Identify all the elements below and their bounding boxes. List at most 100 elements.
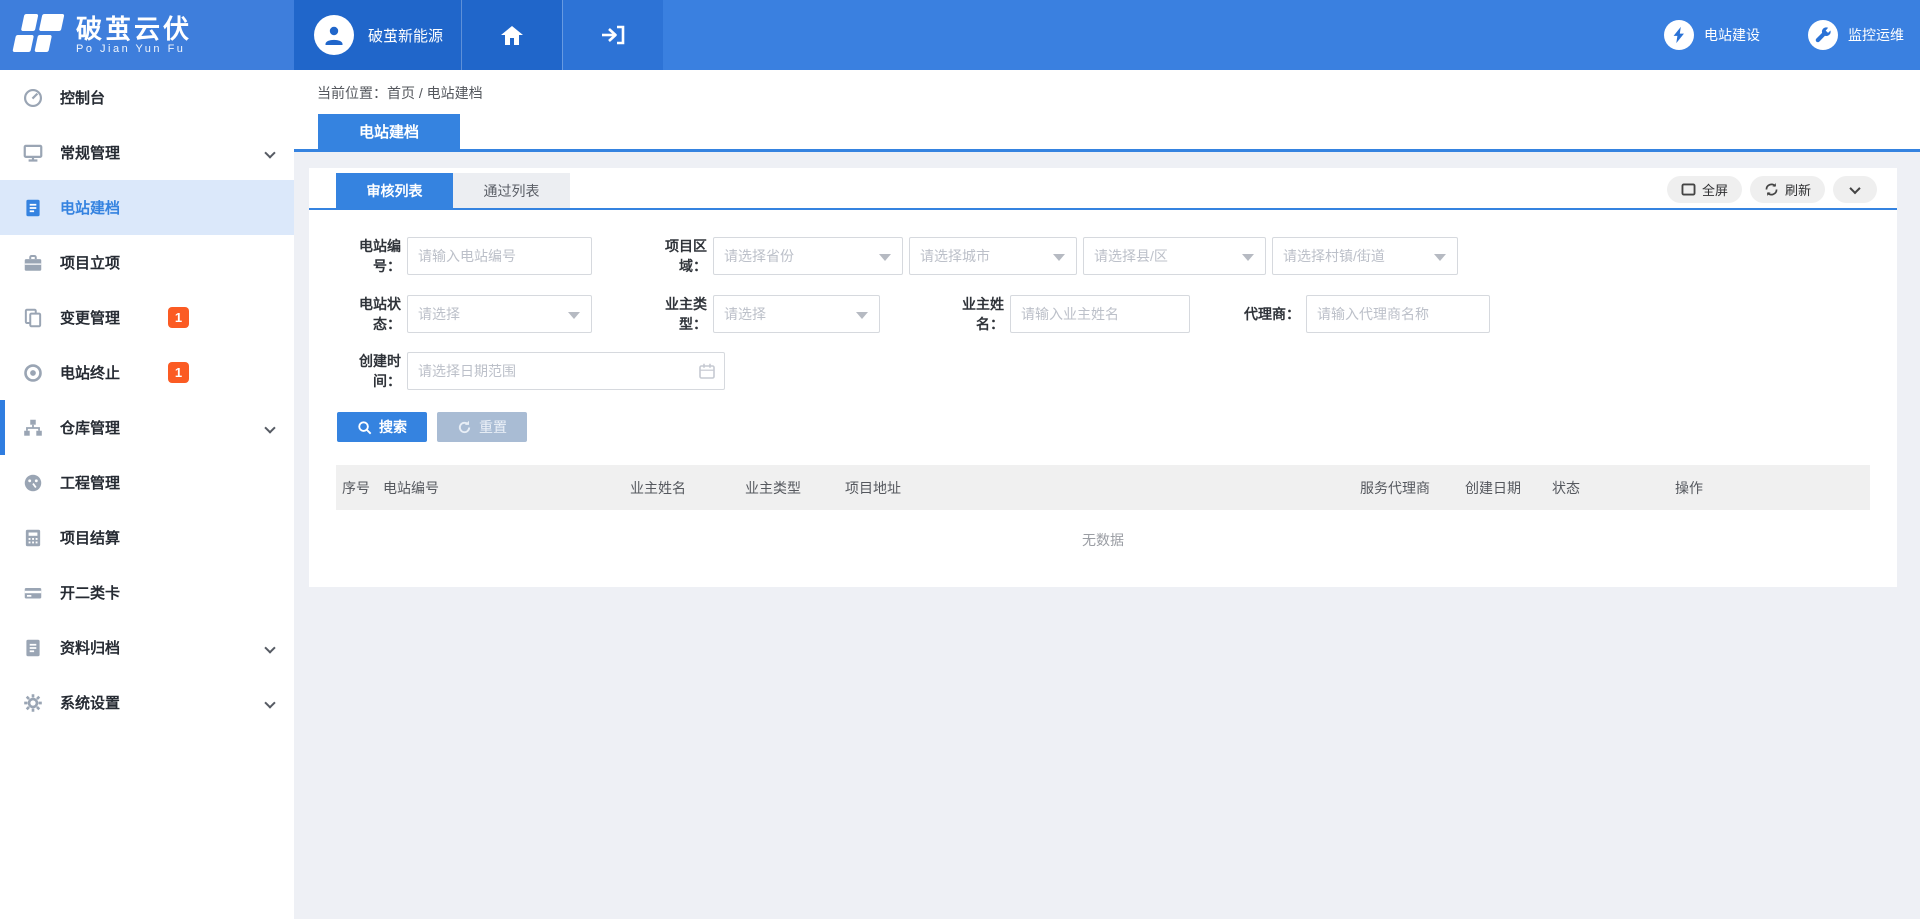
breadcrumb: 当前位置：首页 / 电站建档	[317, 83, 483, 103]
caret-down-icon	[1053, 254, 1065, 261]
sidebar-item-data-archive[interactable]: 资料归档	[0, 620, 294, 675]
briefcase-icon	[22, 252, 44, 274]
station-no-input[interactable]	[407, 237, 592, 275]
user-icon	[322, 23, 346, 47]
copy-icon	[22, 307, 44, 329]
station-status-label: 电站状态：	[336, 294, 401, 334]
breadcrumb-prefix: 当前位置：	[317, 85, 387, 101]
tab-review-list[interactable]: 审核列表	[336, 173, 453, 208]
owner-type-select[interactable]: 请选择	[713, 295, 880, 333]
company-name: 破茧新能源	[368, 25, 443, 46]
sidebar-item-open-card[interactable]: 开二类卡	[0, 565, 294, 620]
calendar-icon	[698, 362, 716, 380]
results-table: 序号 电站编号 业主姓名 业主类型 项目地址 服务代理商 创建日期 状态 操作 …	[336, 465, 1870, 550]
sidebar-item-warehouse-mgmt[interactable]: 仓库管理	[0, 400, 294, 455]
sidebar-item-station-termination[interactable]: 电站终止 1	[0, 345, 294, 400]
sidebar-item-project-initiation[interactable]: 项目立项	[0, 235, 294, 290]
caret-down-icon	[1242, 254, 1254, 261]
sidebar-item-general-mgmt[interactable]: 常规管理	[0, 125, 294, 180]
col-create-date: 创建日期	[1459, 478, 1546, 498]
wrench-icon	[1814, 26, 1832, 44]
nav-monitor-ops[interactable]: 监控运维	[1808, 20, 1904, 50]
caret-down-icon	[1434, 254, 1446, 261]
col-status: 状态	[1546, 478, 1669, 498]
sidebar-item-change-mgmt[interactable]: 变更管理 1	[0, 290, 294, 345]
monitor-icon	[22, 142, 44, 164]
search-icon	[357, 420, 372, 435]
create-time-label: 创建时间：	[336, 351, 401, 391]
home-button[interactable]	[461, 0, 562, 70]
agent-label: 代理商：	[1240, 304, 1300, 324]
district-select[interactable]: 请选择县/区	[1083, 237, 1266, 275]
col-seq: 序号	[336, 478, 377, 498]
tab-approved-list[interactable]: 通过列表	[453, 173, 570, 208]
target-icon	[22, 362, 44, 384]
archive-icon	[22, 637, 44, 659]
chevron-down-icon	[264, 697, 275, 708]
filter-row-2: 电站状态： 请选择 业主类型： 请选择 业主姓名： 代理商：	[336, 295, 1490, 333]
chevron-down-icon	[1849, 182, 1860, 193]
lightning-icon	[1670, 26, 1688, 44]
owner-type-label: 业主类型：	[642, 294, 707, 334]
avatar[interactable]	[314, 15, 354, 55]
brand-subtitle: Po Jian Yun Fu	[76, 43, 192, 55]
table-header-row: 序号 电站编号 业主姓名 业主类型 项目地址 服务代理商 创建日期 状态 操作	[336, 465, 1870, 510]
sidebar-item-system-settings[interactable]: 系统设置	[0, 675, 294, 730]
date-range-input[interactable]	[407, 352, 725, 390]
reset-button[interactable]: 重置	[437, 412, 527, 442]
sidebar-item-station-archive[interactable]: 电站建档	[0, 180, 294, 235]
sidebar-item-console[interactable]: 控制台	[0, 70, 294, 125]
gear-icon	[22, 692, 44, 714]
chevron-down-icon	[264, 147, 275, 158]
fullscreen-button[interactable]: 全屏	[1667, 176, 1742, 203]
sidebar-item-project-settlement[interactable]: 项目结算	[0, 510, 294, 565]
refresh-button[interactable]: 刷新	[1750, 176, 1825, 203]
logout-button[interactable]	[562, 0, 663, 70]
gauge-icon	[22, 472, 44, 494]
nav-monitor-ops-label: 监控运维	[1848, 25, 1904, 45]
station-termination-badge: 1	[168, 362, 189, 383]
main-content: 当前位置：首页 / 电站建档 电站建档 审核列表 通过列表 全屏	[294, 70, 1920, 919]
document-icon	[22, 197, 44, 219]
province-select[interactable]: 请选择省份	[713, 237, 903, 275]
caret-down-icon	[568, 312, 580, 319]
calculator-icon	[22, 527, 44, 549]
owner-name-label: 业主姓名：	[938, 294, 1004, 334]
sidebar: 控制台 常规管理 电站建档 项目立项 变更管理 1	[0, 70, 294, 919]
sidebar-item-engineering-mgmt[interactable]: 工程管理	[0, 455, 294, 510]
enter-arrow-icon	[600, 24, 626, 46]
city-select[interactable]: 请选择城市	[909, 237, 1077, 275]
app-header: 破茧云伏 Po Jian Yun Fu 破茧新能源	[0, 0, 1920, 70]
card-icon	[22, 582, 44, 604]
col-service-agent: 服务代理商	[1354, 478, 1459, 498]
town-select[interactable]: 请选择村镇/街道	[1272, 237, 1458, 275]
sitemap-icon	[22, 417, 44, 439]
collapse-button[interactable]	[1833, 176, 1877, 203]
refresh-icon	[1764, 182, 1779, 197]
station-status-select[interactable]: 请选择	[407, 295, 592, 333]
search-button[interactable]: 搜索	[337, 412, 427, 442]
col-project-address: 项目地址	[839, 478, 1354, 498]
filter-actions: 搜索 重置	[337, 412, 527, 442]
page-tab-station-archive[interactable]: 电站建档	[318, 114, 460, 149]
col-owner-type: 业主类型	[739, 478, 839, 498]
filter-row-3: 创建时间：	[336, 352, 725, 390]
breadcrumb-path[interactable]: 首页 / 电站建档	[387, 85, 483, 101]
owner-name-input[interactable]	[1010, 295, 1190, 333]
brand-logo-icon	[12, 14, 69, 56]
agent-input[interactable]	[1306, 295, 1490, 333]
breadcrumb-bar: 当前位置：首页 / 电站建档 电站建档	[294, 70, 1920, 152]
dashboard-icon	[22, 87, 44, 109]
panel-tab-bar: 审核列表 通过列表 全屏 刷新	[309, 168, 1897, 210]
empty-state: 无数据	[336, 510, 1870, 550]
nav-station-build[interactable]: 电站建设	[1664, 20, 1760, 50]
col-station-no: 电站编号	[377, 478, 624, 498]
region-label: 项目区域：	[642, 236, 707, 276]
user-menu[interactable]: 破茧新能源	[294, 0, 461, 70]
brand-title: 破茧云伏	[76, 15, 192, 43]
fullscreen-icon	[1681, 183, 1696, 196]
chevron-down-icon	[264, 642, 275, 653]
reset-icon	[457, 420, 472, 435]
active-edge-indicator	[0, 400, 5, 455]
change-mgmt-badge: 1	[168, 307, 189, 328]
